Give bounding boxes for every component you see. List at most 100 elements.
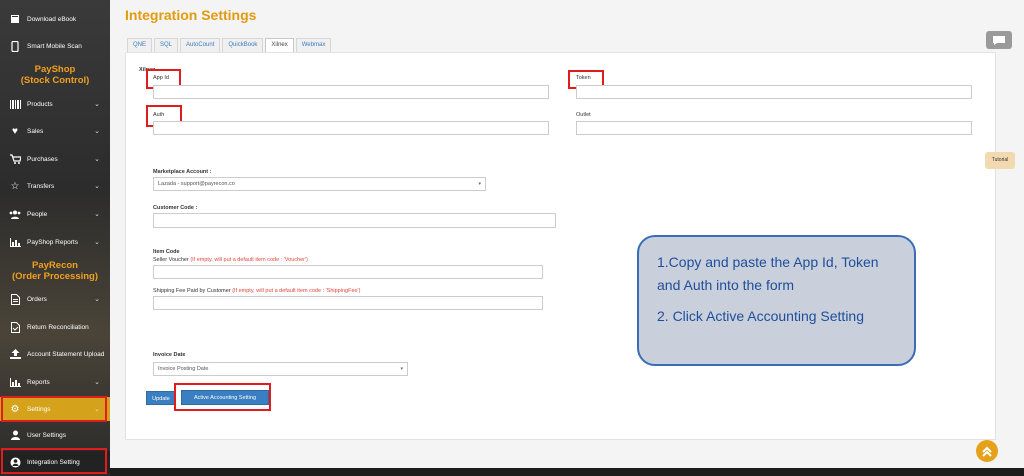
section-title-line2: (Stock Control) xyxy=(20,75,90,86)
sidebar-item-download-ebook[interactable]: Download eBook xyxy=(0,8,110,30)
instruction-callout: 1.Copy and paste the App Id, Token and A… xyxy=(637,235,916,366)
integration-tabs: QNE SQL AutoCount QuickBook Xilnex Webma… xyxy=(127,38,333,52)
seller-voucher-label: Seller Voucher (If empty, will put a def… xyxy=(153,257,308,263)
app-id-input[interactable] xyxy=(153,85,549,99)
sidebar-item-label: Reports xyxy=(27,378,50,386)
chat-icon xyxy=(993,35,1005,45)
seller-voucher-hint: (If empty, will put a default item code … xyxy=(190,257,308,263)
marketplace-account-label: Marketplace Account : xyxy=(153,169,212,175)
sidebar-item-sales[interactable]: ♥ Sales ⌄ xyxy=(0,120,110,142)
dropdown-arrow-icon: ▾ xyxy=(400,366,403,372)
sidebar-item-people[interactable]: People ⌄ xyxy=(0,203,110,225)
sidebar-item-orders[interactable]: Orders ⌄ xyxy=(0,288,110,310)
sidebar-item-label: Sales xyxy=(27,127,44,135)
chevron-down-icon: ⌄ xyxy=(94,296,100,303)
chevron-down-icon: ⌄ xyxy=(94,101,100,108)
chevron-down-icon: ⌄ xyxy=(94,128,100,135)
bottom-bar xyxy=(110,468,1024,476)
book-icon xyxy=(9,13,21,25)
instruction-step-2: 2. Click Active Accounting Setting xyxy=(657,308,864,324)
sidebar: Download eBook Smart Mobile Scan PayShop… xyxy=(0,0,110,476)
sidebar-item-reports[interactable]: Reports ⌄ xyxy=(0,371,110,393)
sidebar-item-label: Smart Mobile Scan xyxy=(27,42,82,50)
tab-autocount[interactable]: AutoCount xyxy=(180,38,221,52)
outlet-input[interactable] xyxy=(576,121,972,135)
sidebar-item-label: Download eBook xyxy=(27,15,77,23)
chevron-down-icon: ⌄ xyxy=(94,183,100,190)
user-icon xyxy=(9,429,21,441)
bar-chart-icon xyxy=(9,376,21,388)
star-icon: ☆ xyxy=(10,180,20,192)
sidebar-item-account-statement-upload[interactable]: Account Statement Upload xyxy=(0,343,110,365)
page-title: Integration Settings xyxy=(125,7,257,23)
marketplace-account-value: Lazada - support@payrecon.co xyxy=(158,181,235,187)
upload-icon xyxy=(9,348,21,360)
return-doc-icon xyxy=(9,321,21,333)
section-title-payrecon: PayRecon (Order Processing) xyxy=(0,260,110,282)
seller-voucher-input[interactable] xyxy=(153,265,543,279)
invoice-date-select[interactable]: Invoice Posting Date ▾ xyxy=(153,362,408,376)
section-title-payshop: PayShop (Stock Control) xyxy=(0,64,110,86)
dropdown-arrow-icon: ▾ xyxy=(478,181,481,187)
highlight-box-settings xyxy=(1,396,107,422)
tab-quickbook[interactable]: QuickBook xyxy=(222,38,264,52)
sidebar-item-label: User Settings xyxy=(27,431,67,439)
update-button[interactable]: Update xyxy=(146,391,176,405)
sidebar-item-label: Orders xyxy=(27,295,47,303)
users-icon xyxy=(9,208,21,220)
outlet-label: Outlet xyxy=(576,112,591,118)
chevron-down-icon: ⌄ xyxy=(94,379,100,386)
tab-qne[interactable]: QNE xyxy=(127,38,153,52)
section-title-line2: (Order Processing) xyxy=(11,271,99,282)
customer-code-input[interactable] xyxy=(153,213,556,228)
document-icon xyxy=(9,293,21,305)
sidebar-item-label: Return Reconciliation xyxy=(27,323,89,331)
shipping-fee-label-text: Shipping Fee Paid by Customer xyxy=(153,288,231,294)
instruction-step-1: 1.Copy and paste the App Id, Token and A… xyxy=(657,254,879,293)
sidebar-item-return-reconciliation[interactable]: Return Reconciliation xyxy=(0,316,110,338)
sidebar-item-label: Products xyxy=(27,100,53,108)
highlight-box-integration-setting xyxy=(1,448,107,474)
marketplace-account-select[interactable]: Lazada - support@payrecon.co ▾ xyxy=(153,177,486,191)
sidebar-item-smart-mobile-scan[interactable]: Smart Mobile Scan xyxy=(0,35,110,57)
tab-webmax[interactable]: Webmax xyxy=(295,38,332,52)
section-title-line1: PayRecon xyxy=(32,260,78,271)
shipping-fee-hint: (If empty, will put a default item code … xyxy=(232,288,361,294)
sidebar-item-label: Purchases xyxy=(27,155,58,163)
sidebar-item-purchases[interactable]: Purchases ⌄ xyxy=(0,148,110,170)
seller-voucher-label-text: Seller Voucher xyxy=(153,257,189,263)
sidebar-item-products[interactable]: Products ⌄ xyxy=(0,93,110,115)
tutorial-button[interactable]: Tutorial xyxy=(985,152,1015,169)
double-chevron-up-icon xyxy=(982,446,992,457)
sidebar-item-label: PayShop Reports xyxy=(27,238,78,246)
chevron-down-icon: ⌄ xyxy=(94,239,100,246)
highlight-box-active-accounting xyxy=(174,383,271,411)
chat-button[interactable] xyxy=(986,31,1012,49)
invoice-date-value: Invoice Posting Date xyxy=(158,366,209,372)
shipping-fee-label: Shipping Fee Paid by Customer (If empty,… xyxy=(153,288,360,294)
sidebar-item-label: Transfers xyxy=(27,182,55,190)
heart-icon: ♥ xyxy=(12,125,18,137)
tab-xilnex[interactable]: Xilnex xyxy=(265,38,294,52)
barcode-icon xyxy=(9,98,21,110)
sidebar-item-transfers[interactable]: ☆ Transfers ⌄ xyxy=(0,175,110,197)
scroll-to-top-button[interactable] xyxy=(976,440,998,462)
customer-code-label: Customer Code : xyxy=(153,205,198,211)
sidebar-item-label: People xyxy=(27,210,48,218)
sidebar-item-label: Account Statement Upload xyxy=(27,350,105,358)
sidebar-item-payshop-reports[interactable]: PayShop Reports ⌄ xyxy=(0,231,110,253)
chevron-down-icon: ⌄ xyxy=(94,156,100,163)
auth-input[interactable] xyxy=(153,121,549,135)
bar-chart-icon xyxy=(9,236,21,248)
cart-icon xyxy=(9,153,21,165)
shipping-fee-input[interactable] xyxy=(153,296,543,310)
sidebar-item-user-settings[interactable]: User Settings xyxy=(0,424,110,446)
section-title-line1: PayShop xyxy=(34,64,76,75)
token-input[interactable] xyxy=(576,85,972,99)
item-code-label: Item Code xyxy=(153,249,180,255)
invoice-date-label: Invoice Date xyxy=(153,352,186,358)
tab-sql[interactable]: SQL xyxy=(154,38,179,52)
chevron-down-icon: ⌄ xyxy=(94,211,100,218)
main-content: Integration Settings QNE SQL AutoCount Q… xyxy=(110,0,1024,468)
mobile-icon xyxy=(9,40,21,52)
